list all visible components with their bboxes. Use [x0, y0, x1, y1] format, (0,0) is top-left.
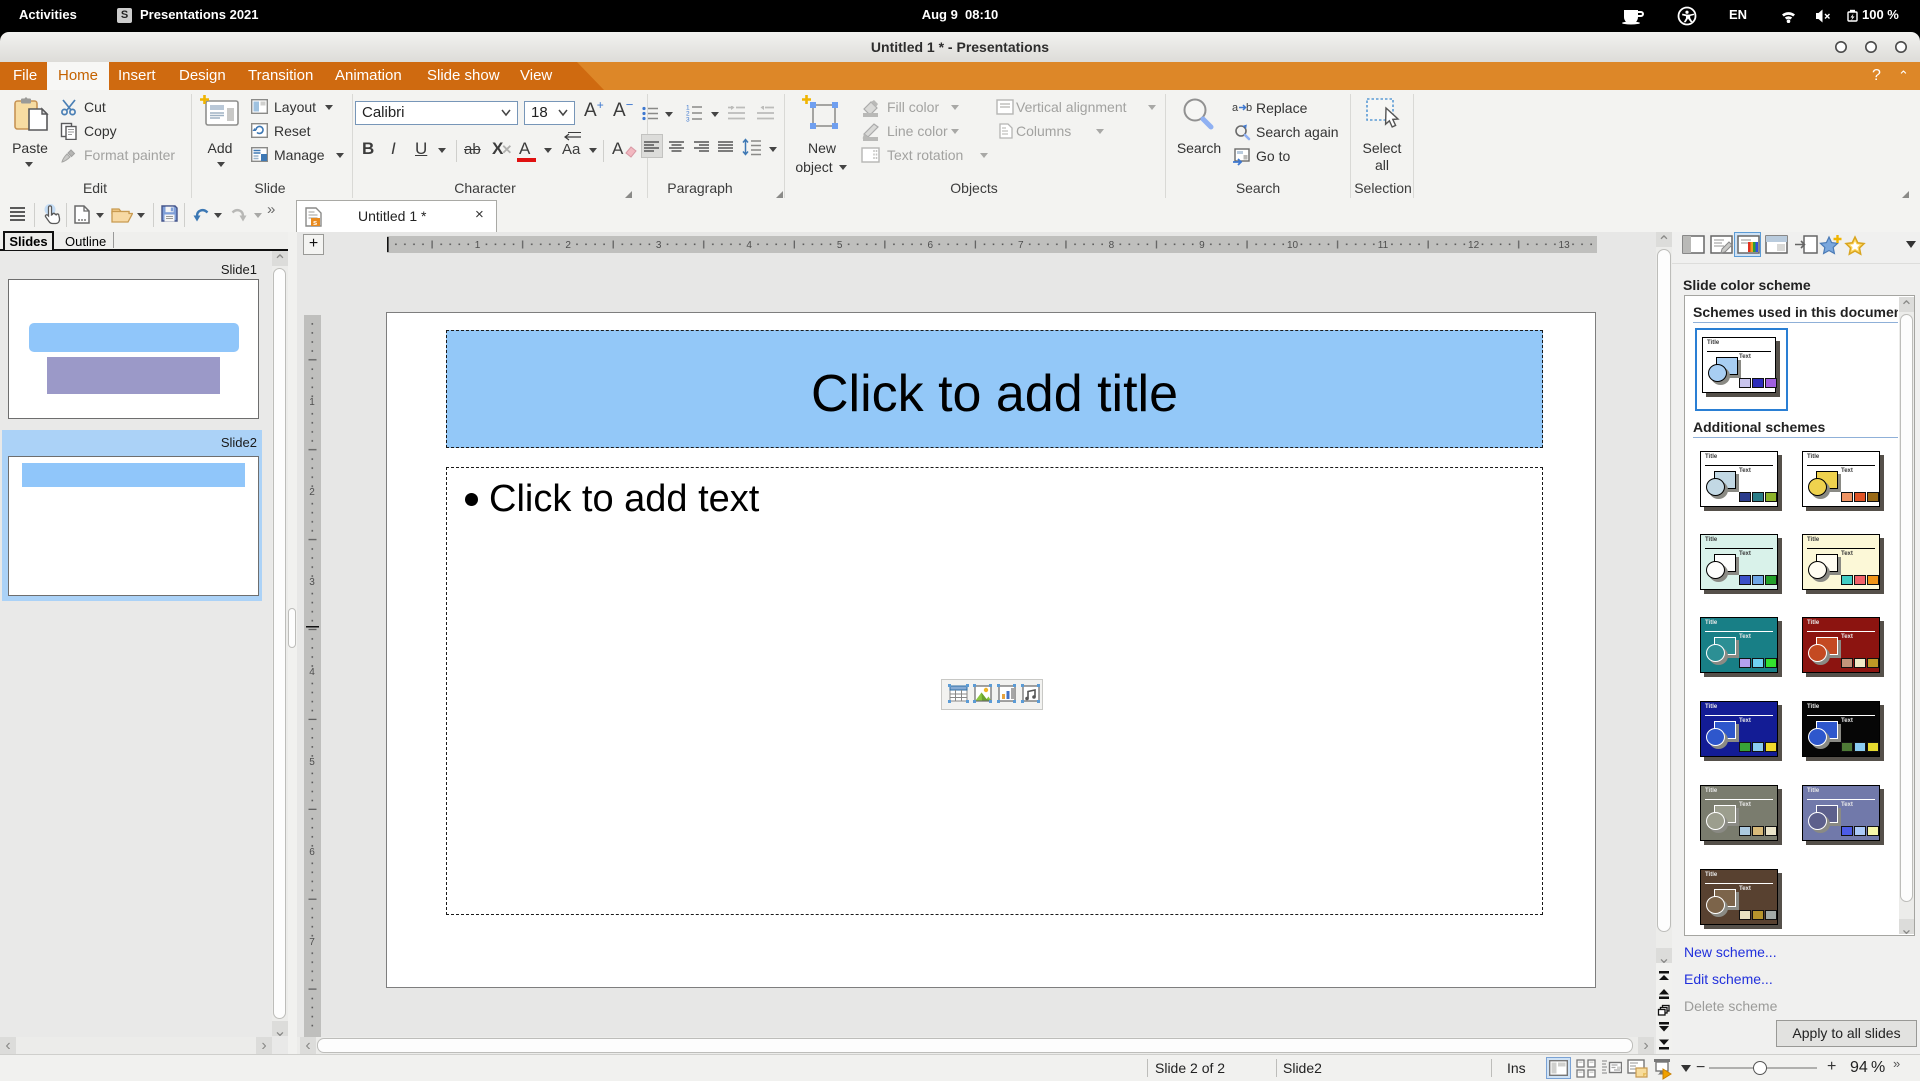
svg-text:a: a [1232, 102, 1239, 114]
svg-text:7: 7 [309, 937, 315, 948]
svg-text:3: 3 [309, 577, 315, 588]
svg-text:5: 5 [309, 757, 315, 768]
svg-text:s: s [313, 218, 317, 227]
svg-text:6: 6 [928, 240, 934, 251]
svg-text:9: 9 [1199, 240, 1205, 251]
svg-text:4: 4 [746, 240, 752, 251]
svg-text:12: 12 [1468, 240, 1480, 251]
svg-text:10: 10 [1287, 240, 1299, 251]
svg-text:7: 7 [1018, 240, 1024, 251]
svg-text:2: 2 [309, 487, 315, 498]
svg-text:b: b [1246, 102, 1252, 114]
svg-text:1: 1 [475, 240, 481, 251]
svg-text:3: 3 [656, 240, 662, 251]
svg-text:13: 13 [1559, 240, 1571, 251]
svg-text:3: 3 [686, 117, 690, 123]
svg-text:11: 11 [1378, 240, 1389, 251]
svg-text:6: 6 [309, 847, 315, 858]
svg-text:1: 1 [309, 397, 315, 408]
svg-text:8: 8 [1109, 240, 1115, 251]
svg-text:4: 4 [309, 667, 315, 678]
svg-text:2: 2 [565, 240, 571, 251]
svg-text:5: 5 [837, 240, 843, 251]
